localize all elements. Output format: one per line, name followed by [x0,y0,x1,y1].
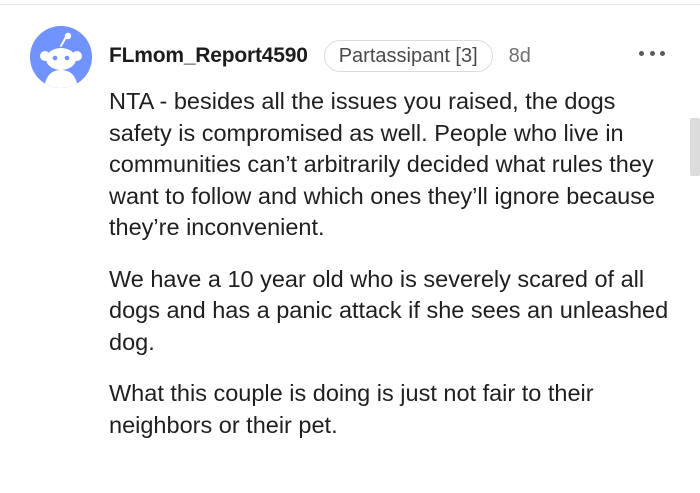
ellipsis-icon [639,50,644,56]
reddit-snoo-avatar-icon [30,26,92,88]
timestamp: 8d [508,44,531,67]
comment-paragraph: We have a 10 year old who is severely sc… [109,265,669,355]
comment-body: NTA - besides all the issues you raised,… [109,86,669,461]
comment-paragraph: NTA - besides all the issues you raised,… [109,88,656,240]
comment-header: FLmom_Report4590 Partassipant [3] 8d [109,38,531,74]
scrollbar-thumb[interactable] [690,118,700,176]
more-options-button[interactable] [639,48,665,58]
comment-paragraph: What this couple is doing is just not fa… [109,380,594,438]
comment: FLmom_Report4590 Partassipant [3] 8d NTA… [0,0,700,493]
username[interactable]: FLmom_Report4590 [109,44,308,68]
avatar[interactable] [30,26,92,88]
user-flair-badge: Partassipant [3] [323,40,493,72]
